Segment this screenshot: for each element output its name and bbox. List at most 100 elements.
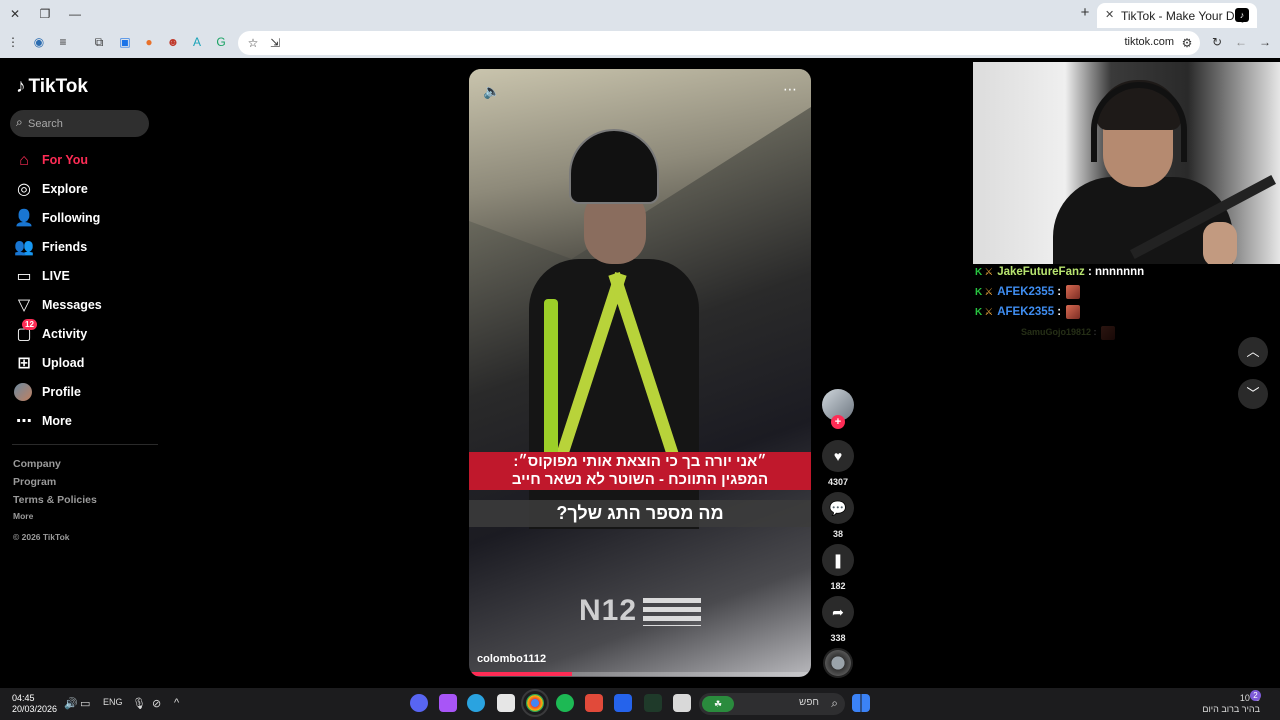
- nav-following[interactable]: 👤 Following: [14, 208, 154, 230]
- bookmark-icon[interactable]: ❚: [822, 544, 854, 576]
- restore-window-icon[interactable]: ❐: [34, 4, 56, 24]
- nav-activity[interactable]: ▢ 12 Activity: [14, 319, 154, 346]
- nav-upload[interactable]: ⊞ Upload: [14, 353, 154, 375]
- reload-icon[interactable]: ↻: [1208, 33, 1226, 51]
- tiktok-favicon-icon: ♪: [1235, 8, 1249, 22]
- video-player[interactable]: 🔈 ⋯ ״אני יורה בך כי הוצאת אותי מפוקוס״: …: [469, 69, 811, 677]
- browser-tab-bar: ✕ ❐ — + ✕ TikTok - Make Your Day ♪: [0, 0, 1280, 28]
- nav-friends[interactable]: 👥 Friends: [14, 237, 154, 259]
- plus-square-icon: ⊞: [17, 355, 31, 372]
- sword-badge-icon: ⚔: [984, 267, 994, 278]
- heart-icon[interactable]: ♥: [822, 440, 854, 472]
- extension-translate-icon[interactable]: A: [188, 33, 206, 51]
- nav-live[interactable]: ▭ LIVE: [14, 266, 154, 288]
- minimize-window-icon[interactable]: —: [64, 4, 86, 24]
- chat-text: nnnnnnn: [1095, 266, 1145, 278]
- telegram-app-icon[interactable]: [467, 694, 485, 712]
- nav-profile[interactable]: Profile: [14, 382, 154, 404]
- footer-terms-link[interactable]: Terms & Policies: [13, 494, 97, 506]
- file-explorer-icon[interactable]: [673, 694, 691, 712]
- app-red-icon[interactable]: [585, 694, 603, 712]
- chat-emote-icon: [1066, 284, 1081, 299]
- search-input[interactable]: [28, 114, 143, 133]
- like-count: 4307: [827, 477, 849, 487]
- nav-label: Messages: [42, 298, 102, 312]
- windows-taskbar: 04:45 20/03/2026 🔊 ▭ ENG 🎙 ⊘ ^ ☘ חפש ⌕ 1…: [0, 688, 1280, 720]
- nav-more[interactable]: ⋯ More: [14, 411, 154, 433]
- extension-face-icon[interactable]: ☻: [164, 33, 182, 51]
- follow-plus-icon[interactable]: +: [831, 415, 845, 429]
- tab-close-icon[interactable]: ✕: [1105, 8, 1114, 21]
- forward-arrow-icon[interactable]: →: [1256, 33, 1274, 51]
- terminal-app-icon[interactable]: [644, 694, 662, 712]
- reading-list-icon[interactable]: ≡: [54, 33, 72, 51]
- tiktok-logo[interactable]: ♪ TikTok: [16, 76, 88, 98]
- search-highlight-icon: ☘: [702, 696, 734, 712]
- chevron-up-tray-icon[interactable]: ^: [174, 697, 179, 709]
- volume-icon[interactable]: 🔊: [64, 697, 78, 710]
- install-app-icon[interactable]: ⇲: [266, 34, 284, 52]
- chat-message-faded: SamuGojo19812 :: [1021, 322, 1205, 342]
- volume-icon[interactable]: 🔈: [483, 83, 500, 100]
- video-author[interactable]: colombo1112: [477, 653, 546, 665]
- chevron-down-icon: ﹀: [1246, 386, 1260, 401]
- menu-kebab-icon[interactable]: ⋮: [4, 33, 22, 51]
- share-arrow-icon[interactable]: ➦: [822, 596, 854, 628]
- extensions-icon[interactable]: ⧉: [90, 33, 108, 51]
- taskbar-clock[interactable]: 04:45 20/03/2026: [12, 693, 57, 715]
- browser-toolbar: ⋮ ◉ ≡ ⧉ ▣ ● ☻ A G ☆ ⇲ tiktok.com ⚙ ↻ ← →: [0, 28, 1280, 58]
- site-settings-icon[interactable]: ⚙: [1178, 34, 1196, 52]
- extension-screen-icon[interactable]: ▣: [116, 33, 134, 51]
- comment-count: 38: [832, 529, 843, 539]
- close-window-icon[interactable]: ✕: [4, 4, 26, 24]
- save-action[interactable]: ❚ 182: [822, 544, 854, 591]
- music-disc-icon[interactable]: [823, 648, 853, 678]
- nav-label: Following: [42, 211, 101, 225]
- discord-app-icon[interactable]: [410, 694, 428, 712]
- share-action[interactable]: ➦ 338: [822, 596, 854, 643]
- back-arrow-icon[interactable]: ←: [1232, 33, 1250, 51]
- bookmark-star-icon[interactable]: ☆: [244, 34, 262, 52]
- browser-tab-active[interactable]: ✕ TikTok - Make Your Day ♪: [1097, 3, 1257, 28]
- store-app-icon[interactable]: [497, 694, 515, 712]
- nav-explore[interactable]: ◎ Explore: [14, 179, 154, 201]
- chat-emote-icon: [1101, 325, 1116, 340]
- nav-messages[interactable]: ▽ Messages: [14, 295, 154, 317]
- microphone-icon[interactable]: 🎙: [132, 697, 146, 710]
- start-windows-icon[interactable]: [852, 694, 870, 712]
- network-icon[interactable]: ▭: [80, 697, 90, 710]
- person-follow-icon: 👤: [14, 210, 34, 227]
- kick-badge-icon: K: [975, 307, 983, 318]
- new-tab-button[interactable]: +: [1076, 4, 1094, 24]
- comment-icon[interactable]: 💬: [822, 492, 854, 524]
- extension-grammarly-icon[interactable]: G: [212, 33, 230, 51]
- address-bar[interactable]: ☆ ⇲ tiktok.com ⚙: [238, 31, 1200, 55]
- footer-program-link[interactable]: Program: [13, 476, 56, 488]
- profile-icon[interactable]: ◉: [30, 33, 48, 51]
- more-options-icon[interactable]: ⋯: [783, 81, 797, 98]
- twitch-app-icon[interactable]: [439, 694, 457, 712]
- video-progress-bar[interactable]: [469, 672, 811, 676]
- headphones-icon: [1091, 82, 1187, 162]
- grid-app-icon[interactable]: [614, 694, 632, 712]
- extension-orange-icon[interactable]: ●: [140, 33, 158, 51]
- like-action[interactable]: ♥ 4307: [822, 440, 854, 487]
- footer-more-link[interactable]: More: [13, 511, 33, 521]
- nav-for-you[interactable]: ⌂ For You: [14, 150, 154, 172]
- home-icon: ⌂: [19, 152, 29, 169]
- chrome-app-icon[interactable]: [521, 689, 549, 717]
- taskbar-search[interactable]: ☘ חפש ⌕: [699, 693, 845, 715]
- next-video-button[interactable]: ﹀: [1238, 379, 1268, 409]
- footer-company-link[interactable]: Company: [13, 458, 61, 470]
- search-icon: ⌕: [831, 696, 838, 710]
- search-box[interactable]: ⌕: [10, 110, 149, 137]
- chevron-up-icon: ︿: [1246, 344, 1260, 359]
- language-indicator[interactable]: ENG: [103, 697, 123, 707]
- spotify-app-icon[interactable]: [556, 694, 574, 712]
- live-tv-icon: ▭: [16, 268, 32, 285]
- nav-label: Upload: [42, 356, 85, 370]
- compass-icon: ◎: [17, 181, 31, 198]
- notifications-off-icon[interactable]: ⊘: [152, 697, 161, 710]
- comment-action[interactable]: 💬 38: [822, 492, 854, 539]
- previous-video-button[interactable]: ︿: [1238, 337, 1268, 367]
